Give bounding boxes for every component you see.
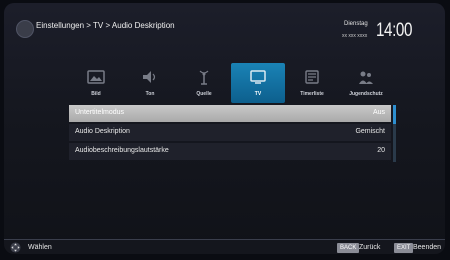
menu-item-value: 20 <box>377 147 385 154</box>
back-key[interactable]: BACK <box>337 243 360 253</box>
clock: 14:00 <box>376 20 413 41</box>
tab-jugendschutz[interactable]: Jugendschutz <box>339 63 393 103</box>
menu-item-value: Gemischt <box>355 128 385 135</box>
back-label: Zurück <box>359 244 381 251</box>
tab-quelle[interactable]: Quelle <box>177 63 231 103</box>
exit-label: Beenden <box>413 244 442 251</box>
navigation-cross-icon <box>10 242 21 253</box>
parental-lock-icon <box>359 71 373 84</box>
tab-label: Bild <box>91 91 101 97</box>
menu-item-audiobeschreibungslautstaerke[interactable]: Audiobeschreibungslautstärke 20 <box>69 143 391 160</box>
speaker-icon <box>143 71 156 83</box>
menu-item-label: Audio Deskription <box>75 128 130 135</box>
tab-label: Timerliste <box>300 91 324 97</box>
tab-ton[interactable]: Ton <box>123 63 177 103</box>
tab-timerliste[interactable]: Timerliste <box>285 63 339 103</box>
breadcrumb: Einstellungen > TV > Audio Deskription <box>36 21 175 30</box>
menu-item-audio-deskription[interactable]: Audio Deskription Gemischt <box>69 124 391 141</box>
scrollbar[interactable] <box>393 105 396 162</box>
tab-label: Ton <box>145 91 155 97</box>
timer-list-icon <box>305 70 319 84</box>
day-label: Dienstag <box>344 21 368 27</box>
antenna-icon <box>199 70 209 85</box>
menu-item-value: Aus <box>372 109 385 116</box>
tab-bild[interactable]: Bild <box>69 63 123 103</box>
select-hint: Wählen <box>28 244 52 251</box>
tab-tv[interactable]: TV <box>231 63 285 103</box>
tab-label: Quelle <box>196 91 212 97</box>
date-label: xx xxx xxxx <box>342 33 368 39</box>
picture-icon <box>87 70 105 84</box>
tab-label: TV <box>254 91 262 97</box>
footer-bar: Wählen BACK Zurück EXIT Beenden <box>4 239 445 254</box>
menu-item-label: Untertitelmodus <box>75 109 125 116</box>
tv-menu-window: Einstellungen > TV > Audio Deskription D… <box>4 3 445 254</box>
tab-label: Jugendschutz <box>349 91 383 97</box>
menu-item-label: Audiobeschreibungslautstärke <box>75 147 169 154</box>
settings-icon <box>16 20 34 38</box>
menu-item-untertitelmodus[interactable]: Untertitelmodus Aus <box>69 105 391 122</box>
scrollbar-thumb[interactable] <box>393 105 396 124</box>
tv-icon <box>250 70 266 84</box>
category-tabs: Bild Ton Quelle TV Timerliste Jugendschu… <box>69 63 394 103</box>
settings-list: Untertitelmodus Aus Audio Deskription Ge… <box>69 105 391 162</box>
exit-key[interactable]: EXIT <box>394 243 414 253</box>
